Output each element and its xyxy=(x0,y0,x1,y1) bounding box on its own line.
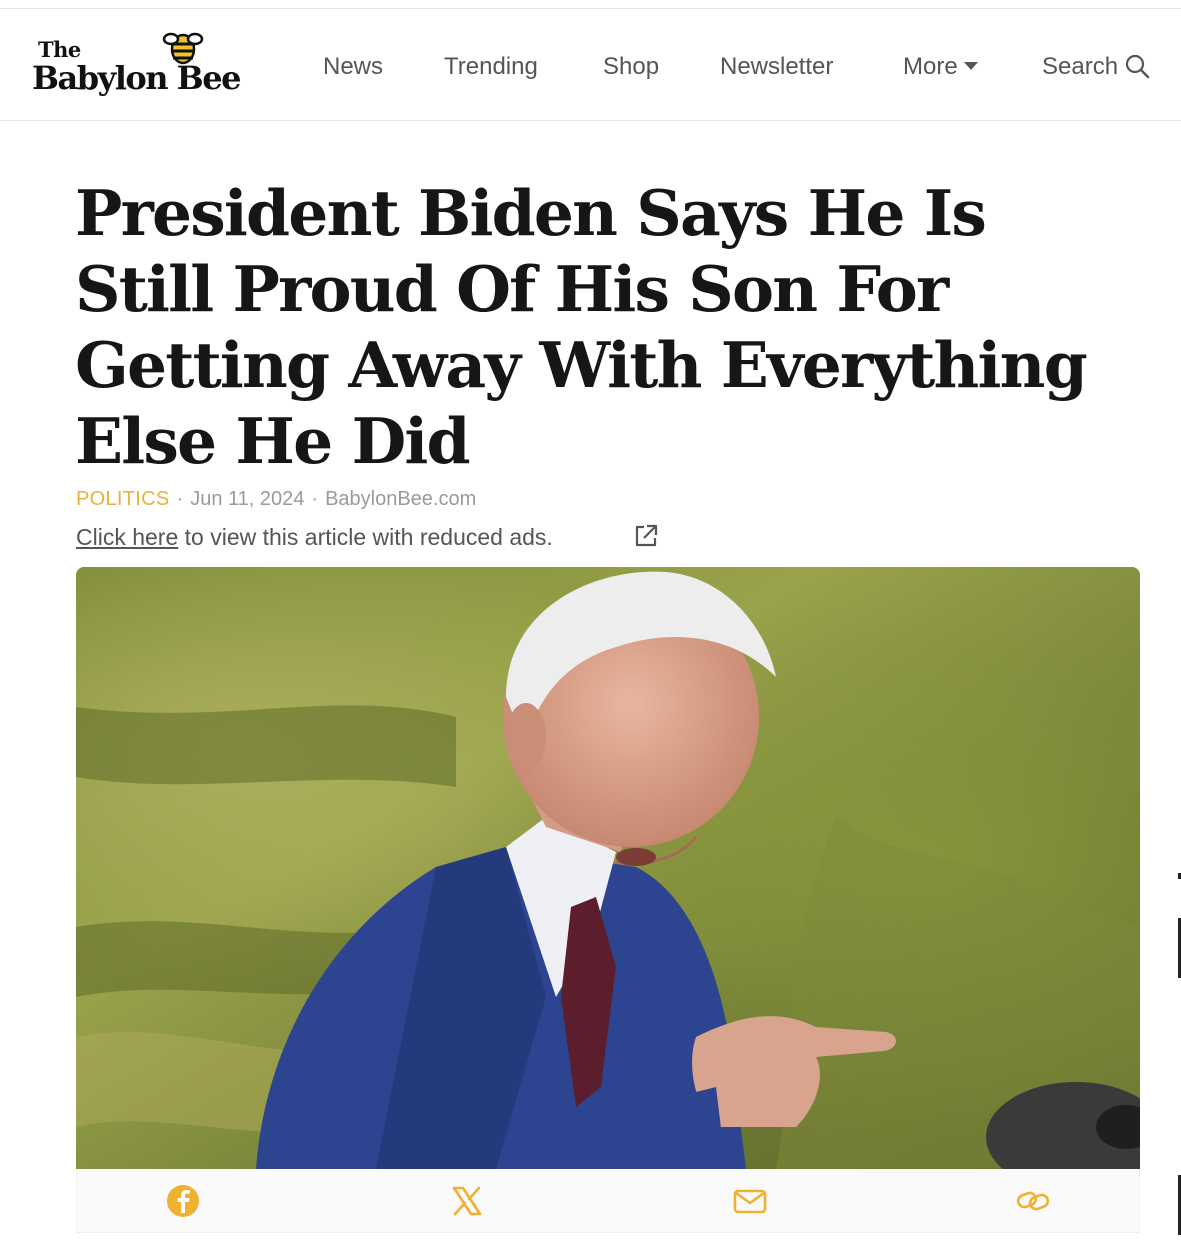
nav-news[interactable]: News xyxy=(323,53,383,81)
article-meta: POLITICS · Jun 11, 2024 · BabylonBee.com xyxy=(76,488,476,511)
category-link[interactable]: POLITICS xyxy=(76,488,170,510)
search-icon xyxy=(1125,54,1150,78)
meta-separator: · xyxy=(176,488,184,510)
article-headline: President Biden Says He Is Still Proud O… xyxy=(75,176,1088,478)
article-date: Jun 11, 2024 xyxy=(190,488,305,510)
reduced-ads-text: to view this article with reduced ads. xyxy=(178,524,553,550)
logo-main-text: Babylon Bee xyxy=(32,59,241,97)
article-hero-image xyxy=(76,567,1140,1169)
nav-search[interactable]: Search xyxy=(1042,53,1150,81)
nav-trending[interactable]: Trending xyxy=(444,53,538,81)
nav-shop[interactable]: Shop xyxy=(603,53,659,81)
nav-newsletter[interactable]: Newsletter xyxy=(720,53,833,81)
link-icon[interactable] xyxy=(1015,1183,1051,1219)
meta-separator: · xyxy=(311,488,319,510)
x-icon[interactable] xyxy=(449,1183,485,1219)
article-source: BabylonBee.com xyxy=(325,488,477,510)
site-logo[interactable]: The Babylon Bee xyxy=(32,29,272,109)
reduced-ads-link[interactable]: Click here xyxy=(76,524,178,550)
share-bar xyxy=(76,1169,1140,1233)
site-header: The Babylon Bee News Trending Shop Newsl… xyxy=(0,9,1181,121)
facebook-icon[interactable] xyxy=(165,1183,201,1219)
nav-more-label: More xyxy=(903,53,958,80)
nav-more-dropdown[interactable]: More xyxy=(903,53,978,81)
mail-icon[interactable] xyxy=(732,1183,768,1219)
reduced-ads-notice: Click here to view this article with red… xyxy=(76,524,553,551)
nav-search-label: Search xyxy=(1042,53,1119,80)
caret-down-icon xyxy=(963,61,978,70)
external-link-icon[interactable] xyxy=(632,522,660,550)
